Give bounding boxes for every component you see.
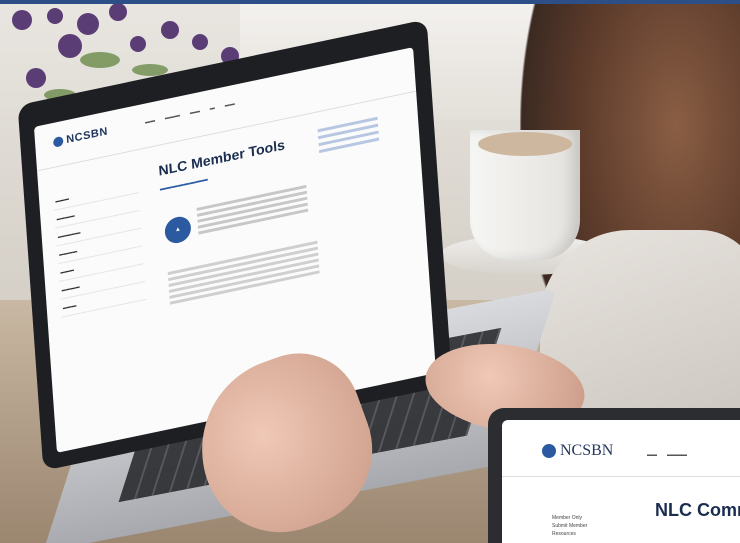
tablet-sidebar-item: Submit Member [552, 523, 588, 529]
tablet-nav-blur-1: ▬▬ [647, 452, 657, 458]
tablet-sidebar-item: Resources [552, 531, 576, 537]
laptop-ncsbn-logo: NCSBN [52, 125, 109, 148]
photo-scene: NCSBN ▬▬▬▬▬▬▬ ▬ ▬▬ ▬▬▬ ▬▬▬▬ ▬▬▬▬▬ ▬▬▬▬ ▬▬▬… [0, 0, 740, 543]
laptop-nav-placeholder: ▬▬▬▬▬▬▬ ▬ ▬▬ [145, 99, 245, 126]
nav-blur-2: ▬▬▬ [164, 112, 181, 122]
laptop-subheading-placeholder: ▬▬▬▬▬▬▬▬ [159, 176, 208, 193]
laptop-page-title: NLC Member Tools [157, 136, 286, 179]
laptop-text-lines [196, 182, 309, 238]
laptop-sidebar: ▬▬▬ ▬▬▬▬ ▬▬▬▬▬ ▬▬▬▬ ▬▬▬ ▬▬▬▬ ▬▬▬ [52, 175, 147, 318]
nav-blur-1: ▬▬ [144, 117, 156, 126]
tablet-logo-text: NCSBN [560, 442, 614, 459]
nav-blur-5: ▬▬ [224, 100, 236, 109]
nlc-badge-icon: ▲ [164, 214, 192, 246]
tablet-nav-blur-2: ▬▬▬▬ [667, 452, 687, 458]
tablet-sidebar: Member Only Submit Member Resources [552, 514, 587, 538]
laptop-text-lines-2 [167, 238, 320, 308]
tablet-page-title: NLC Comm [655, 500, 740, 520]
top-blue-band [0, 0, 740, 4]
tablet-ncsbn-logo: NCSBN [542, 442, 613, 460]
tablet-nav-placeholder: ▬▬ ▬▬▬▬ [647, 452, 697, 458]
right-link-line [319, 137, 380, 154]
nav-blur-3: ▬▬ [189, 108, 201, 117]
laptop-logo-text: NCSBN [65, 125, 109, 147]
tablet-logo-icon [542, 444, 556, 459]
tablet-screen: NCSBN ▬▬ ▬▬▬▬ Member Only Submit Member R… [502, 420, 740, 543]
nav-blur-4: ▬ [209, 104, 216, 112]
coffee-surface [478, 132, 572, 156]
tablet-header-divider [502, 476, 740, 477]
tablet-sidebar-item: Member Only [552, 515, 583, 521]
ncsbn-logo-icon [52, 135, 64, 148]
laptop-right-panel [317, 113, 380, 157]
